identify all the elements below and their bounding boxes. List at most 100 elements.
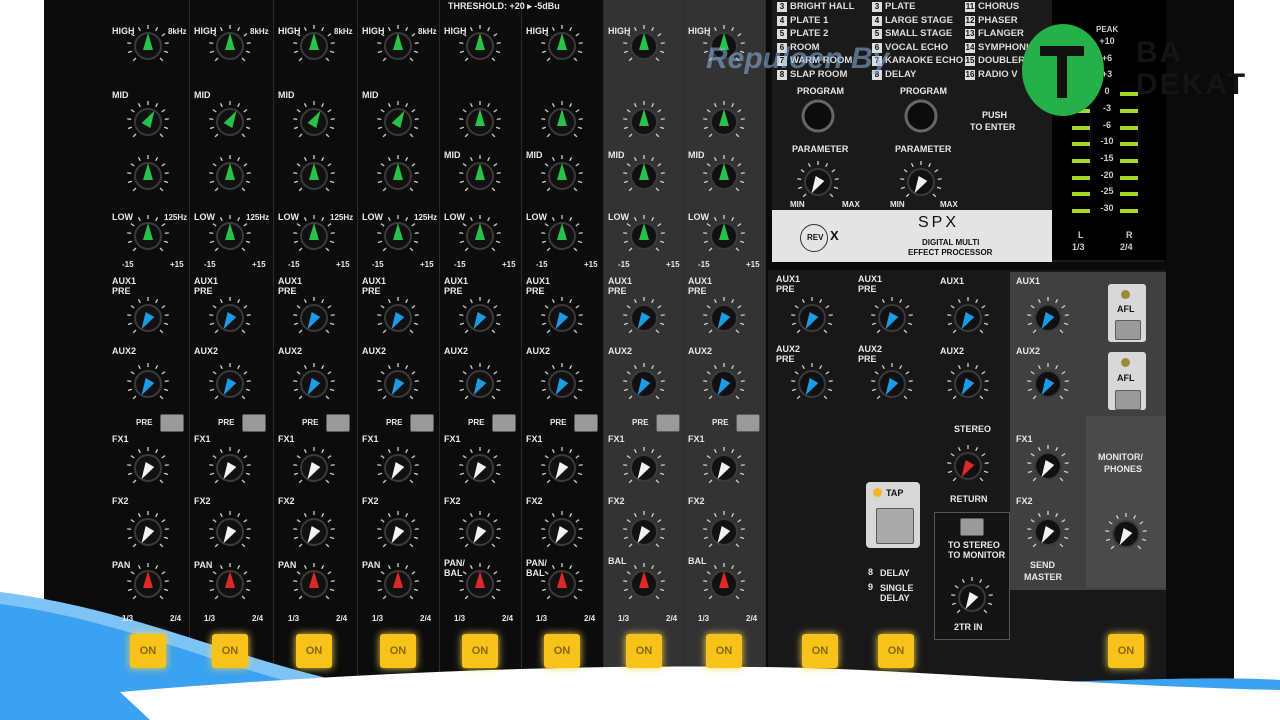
freq-high-label: 8kHz [168, 27, 187, 36]
eq-min-label: -15 [698, 260, 710, 269]
master-label: TO MONITOR [948, 550, 1006, 560]
master-label: FX2 [1016, 496, 1033, 506]
master-label: AUX1 [776, 274, 801, 284]
aux2-label: AUX2 [444, 346, 469, 356]
master-on-button[interactable]: ON [1108, 634, 1144, 668]
aux2-label: AUX2 [526, 346, 551, 356]
mid-label: MID [112, 90, 129, 100]
bus-left-label: 1/3 [122, 614, 134, 623]
bus-left-label: 1/3 [698, 614, 710, 623]
channel-on-button[interactable]: ON [462, 634, 498, 668]
pre-button[interactable] [656, 414, 680, 432]
fx2-label: FX2 [526, 496, 543, 506]
master-label: AUX1 [858, 274, 883, 284]
eq-max-label: +15 [336, 260, 350, 269]
master-on-button[interactable]: ON [802, 634, 838, 668]
channel-on-button[interactable]: ON [626, 634, 662, 668]
bus-left-label: 1/3 [288, 614, 300, 623]
eq-min-label: -15 [204, 260, 216, 269]
bus-left-label: 1/3 [618, 614, 630, 623]
channel-on-button[interactable]: ON [544, 634, 580, 668]
aux2-label: AUX2 [362, 346, 387, 356]
bus-right-label: 2/4 [420, 614, 432, 623]
pre-button[interactable] [574, 414, 598, 432]
low-label: LOW [362, 212, 383, 222]
aux2-label: AUX2 [112, 346, 137, 356]
mid-label: MID [608, 150, 625, 160]
bus-right-label: 2/4 [170, 614, 182, 623]
pre-label: PRE [550, 418, 567, 427]
eq-max-label: +15 [746, 260, 760, 269]
mid-label: MID [444, 150, 461, 160]
pre-label: PRE [302, 418, 319, 427]
master-label: AUX2 [940, 346, 965, 356]
master-label: AUX2 [1016, 346, 1041, 356]
bus-left-label: 1/3 [372, 614, 384, 623]
mid-label: MID [194, 90, 211, 100]
eq-min-label: -15 [288, 260, 300, 269]
high-label: HIGH [444, 26, 467, 36]
low-label: LOW [112, 212, 133, 222]
aux2-label: AUX2 [278, 346, 303, 356]
aux1-label: AUX1 [608, 276, 633, 286]
two-tr-switch[interactable] [960, 518, 984, 536]
aux1-pre-label: PRE [526, 286, 545, 296]
fx1-label: FX1 [278, 434, 295, 444]
freq-low-label: 125Hz [414, 213, 438, 222]
master-label: MONITOR/ [1098, 452, 1143, 462]
eq-max-label: +15 [584, 260, 598, 269]
pre-button[interactable] [736, 414, 760, 432]
master-label: SEND [1030, 560, 1056, 570]
fx2-label: FX2 [688, 496, 705, 506]
mid-label: MID [362, 90, 379, 100]
pan-label: PAN [362, 560, 381, 570]
pre-button[interactable] [492, 414, 516, 432]
master-on-button[interactable]: ON [878, 634, 914, 668]
master-label: PHONES [1104, 464, 1143, 474]
master-label: PRE [858, 284, 877, 294]
pre-label: PRE [468, 418, 485, 427]
bal-label: BAL [526, 568, 545, 578]
pre-label: PRE [632, 418, 649, 427]
pre-button[interactable] [160, 414, 184, 432]
channel-on-button[interactable]: ON [212, 634, 248, 668]
low-label: LOW [444, 212, 465, 222]
fx2-label: FX2 [278, 496, 295, 506]
eq-max-label: +15 [502, 260, 516, 269]
pre-button[interactable] [242, 414, 266, 432]
eq-min-label: -15 [372, 260, 384, 269]
master-label: PRE [776, 284, 795, 294]
aux1-pre-label: PRE [112, 286, 131, 296]
eq-max-label: +15 [170, 260, 184, 269]
bus-right-label: 2/4 [746, 614, 758, 623]
low-label: LOW [194, 212, 215, 222]
pre-label: PRE [218, 418, 235, 427]
pre-button[interactable] [410, 414, 434, 432]
mid-label: MID [526, 150, 543, 160]
fx2-label: FX2 [608, 496, 625, 506]
fx2-label: FX2 [194, 496, 211, 506]
bus-left-label: 1/3 [454, 614, 466, 623]
pan-label: PAN [194, 560, 213, 570]
fx1-label: FX1 [608, 434, 625, 444]
eq-min-label: -15 [618, 260, 630, 269]
freq-low-label: 125Hz [164, 213, 188, 222]
freq-high-label: 8kHz [334, 27, 353, 36]
bus-right-label: 2/4 [336, 614, 348, 623]
bottom-wave [0, 592, 1280, 720]
master-label: TO STEREO [948, 540, 1000, 550]
channel-on-button[interactable]: ON [380, 634, 416, 668]
channel-on-button[interactable]: ON [706, 634, 742, 668]
aux1-pre-label: PRE [444, 286, 463, 296]
freq-low-label: 125Hz [330, 213, 354, 222]
master-label: RETURN [950, 494, 988, 504]
pre-button[interactable] [326, 414, 350, 432]
master-label: MASTER [1024, 572, 1062, 582]
fx1-label: FX1 [688, 434, 705, 444]
master-label: AUX2 [858, 344, 883, 354]
mixer-photo: THRESHOLD: +20 ▸ -5dBu 3 BRIGHT HALL 4 PLAT… [0, 0, 1280, 720]
mid-label: MID [688, 150, 705, 160]
channel-on-button[interactable]: ON [130, 634, 166, 668]
channel-on-button[interactable]: ON [296, 634, 332, 668]
pan-label: PAN/ [444, 558, 465, 568]
